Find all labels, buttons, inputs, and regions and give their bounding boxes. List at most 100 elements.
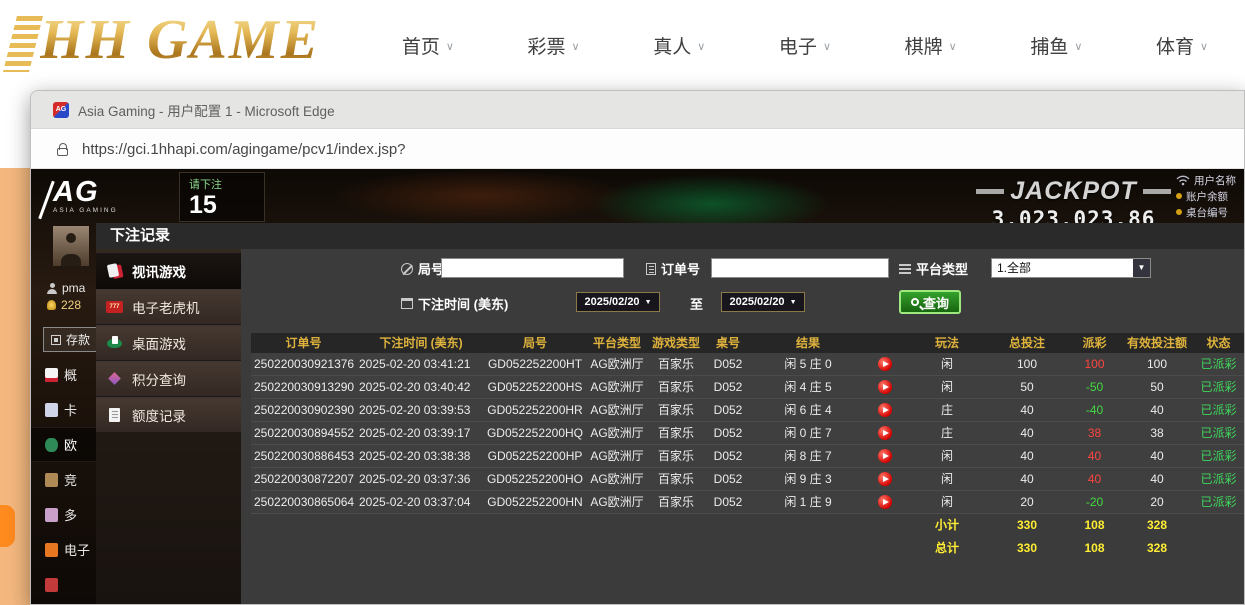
order-input[interactable] (711, 258, 889, 278)
tab-视讯游戏[interactable]: 视讯游戏 (96, 253, 241, 289)
search-button[interactable]: 查询 (899, 290, 961, 314)
status-badge: 已派彩 (1192, 422, 1244, 444)
nav-item-真人[interactable]: 真人∨ (653, 32, 705, 59)
to-label: 至 (690, 294, 703, 313)
result: 闲 8 庄 7 (754, 445, 862, 467)
tab-积分查询[interactable]: 积分查询 (96, 361, 241, 397)
play-icon[interactable] (878, 495, 892, 509)
account-row: 桌台编号 (1176, 204, 1243, 220)
address-bar[interactable]: https://gci.1hhapi.com/agingame/pcv1/ind… (31, 130, 1244, 169)
nav-item-捕鱼[interactable]: 捕鱼∨ (1030, 32, 1082, 59)
play-side: 庄 (907, 422, 987, 444)
result: 闲 9 庄 3 (754, 468, 862, 490)
nav-item-label: 彩票 (528, 32, 566, 59)
order-id: 250220030913290 (251, 376, 356, 398)
nav-item-电子[interactable]: 电子∨ (779, 32, 831, 59)
account-row: 账户余额 (1176, 188, 1243, 204)
bet-time: 2025-02-20 03:38:38 (356, 445, 486, 467)
date-to-dropdown[interactable]: 2025/02/20 ▼ (721, 292, 805, 312)
order-number-icon (646, 263, 656, 275)
lobby-menu-item[interactable]: 概 (31, 357, 96, 392)
column-header: 派彩 (1067, 333, 1122, 353)
coin-icon (47, 300, 56, 310)
column-header: 局号 (486, 333, 584, 353)
tab-label: 电子老虎机 (132, 297, 200, 317)
select-caret-icon: ▼ (1133, 259, 1150, 277)
menu-item-icon (45, 438, 58, 452)
video-cards-icon (106, 263, 124, 279)
lobby-menu: 概卡欧竞多电子 (31, 357, 96, 602)
avatar[interactable] (53, 226, 89, 266)
game-type: 百家乐 (650, 376, 702, 398)
play-icon[interactable] (878, 380, 892, 394)
payout: -40 (1067, 399, 1122, 421)
play-icon[interactable] (878, 426, 892, 440)
lobby-menu-item[interactable]: 电子 (31, 532, 96, 567)
tab-电子老虎机[interactable]: 电子老虎机 (96, 289, 241, 325)
play-side: 庄 (907, 399, 987, 421)
nav-item-label: 捕鱼 (1030, 32, 1068, 59)
play-icon[interactable] (878, 357, 892, 371)
table-number: D052 (702, 491, 754, 513)
chevron-down-icon: ∨ (1200, 40, 1208, 53)
deposit-label: 存款 (66, 331, 90, 348)
empty-cell (650, 537, 702, 560)
total-bet: 40 (987, 468, 1067, 490)
column-header: 玩法 (907, 333, 987, 353)
platform-select[interactable]: 1.全部 ▼ (991, 258, 1151, 278)
platform-type: AG欧洲厅 (584, 445, 650, 467)
browser-window: AG Asia Gaming - 用户配置 1 - Microsoft Edge… (30, 90, 1245, 605)
balance-value: 228 (61, 298, 81, 312)
order-filter-label: 订单号 (646, 259, 700, 278)
replay-cell (862, 376, 907, 398)
subtotal-row: 小计330108328 (251, 514, 1244, 537)
empty-cell (486, 514, 584, 537)
site-favicon: AG (53, 102, 69, 118)
lobby-menu-item[interactable]: 欧 (31, 427, 96, 462)
lobby-menu-item[interactable]: 卡 (31, 392, 96, 427)
window-titlebar[interactable]: AG Asia Gaming - 用户配置 1 - Microsoft Edge (31, 91, 1244, 129)
date-from-value: 2025/02/20 (585, 296, 640, 308)
replay-cell (862, 468, 907, 490)
lobby-menu-item[interactable] (31, 567, 96, 602)
tab-label: 视讯游戏 (132, 261, 186, 281)
menu-item-icon (45, 578, 58, 592)
play-icon[interactable] (878, 472, 892, 486)
nav-item-棋牌[interactable]: 棋牌∨ (905, 32, 957, 59)
wifi-icon (1176, 175, 1190, 186)
round-number-icon (401, 263, 413, 275)
column-header (862, 333, 907, 353)
menu-item-icon (45, 403, 58, 417)
lobby-menu-item[interactable]: 多 (31, 497, 96, 532)
play-icon[interactable] (878, 449, 892, 463)
total-payout-sum: 108 (1067, 537, 1122, 560)
menu-item-icon (45, 543, 58, 557)
table-game-icon (106, 335, 124, 351)
round-input[interactable] (441, 258, 624, 278)
nav-item-体育[interactable]: 体育∨ (1156, 32, 1208, 59)
date-from-dropdown[interactable]: 2025/02/20 ▼ (576, 292, 660, 312)
tab-桌面游戏[interactable]: 桌面游戏 (96, 325, 241, 361)
result: 闲 1 庄 9 (754, 491, 862, 513)
account-row: 用户名称 (1176, 172, 1243, 188)
deposit-button[interactable]: 存款 (43, 327, 98, 352)
ag-logo: AG ASIA GAMING (53, 177, 137, 225)
site-logo: HH GAME (40, 8, 320, 72)
time-label-text: 下注时间 (美东) (418, 294, 508, 313)
game-type: 百家乐 (650, 445, 702, 467)
nav-item-首页[interactable]: 首页∨ (402, 32, 454, 59)
user-icon (47, 283, 57, 294)
nav-item-label: 棋牌 (905, 32, 943, 59)
empty-cell (251, 537, 356, 560)
play-icon[interactable] (878, 403, 892, 417)
nav-item-彩票[interactable]: 彩票∨ (528, 32, 580, 59)
total-bet: 50 (987, 376, 1067, 398)
side-widget-tab[interactable] (0, 505, 15, 547)
username-label: 用户名称 (1194, 173, 1236, 188)
order-id: 250220030865064 (251, 491, 356, 513)
empty-cell (702, 537, 754, 560)
platform-label-text: 平台类型 (916, 259, 968, 278)
tab-额度记录[interactable]: 额度记录 (96, 397, 241, 433)
lobby-menu-item[interactable]: 竞 (31, 462, 96, 497)
replay-cell (862, 399, 907, 421)
